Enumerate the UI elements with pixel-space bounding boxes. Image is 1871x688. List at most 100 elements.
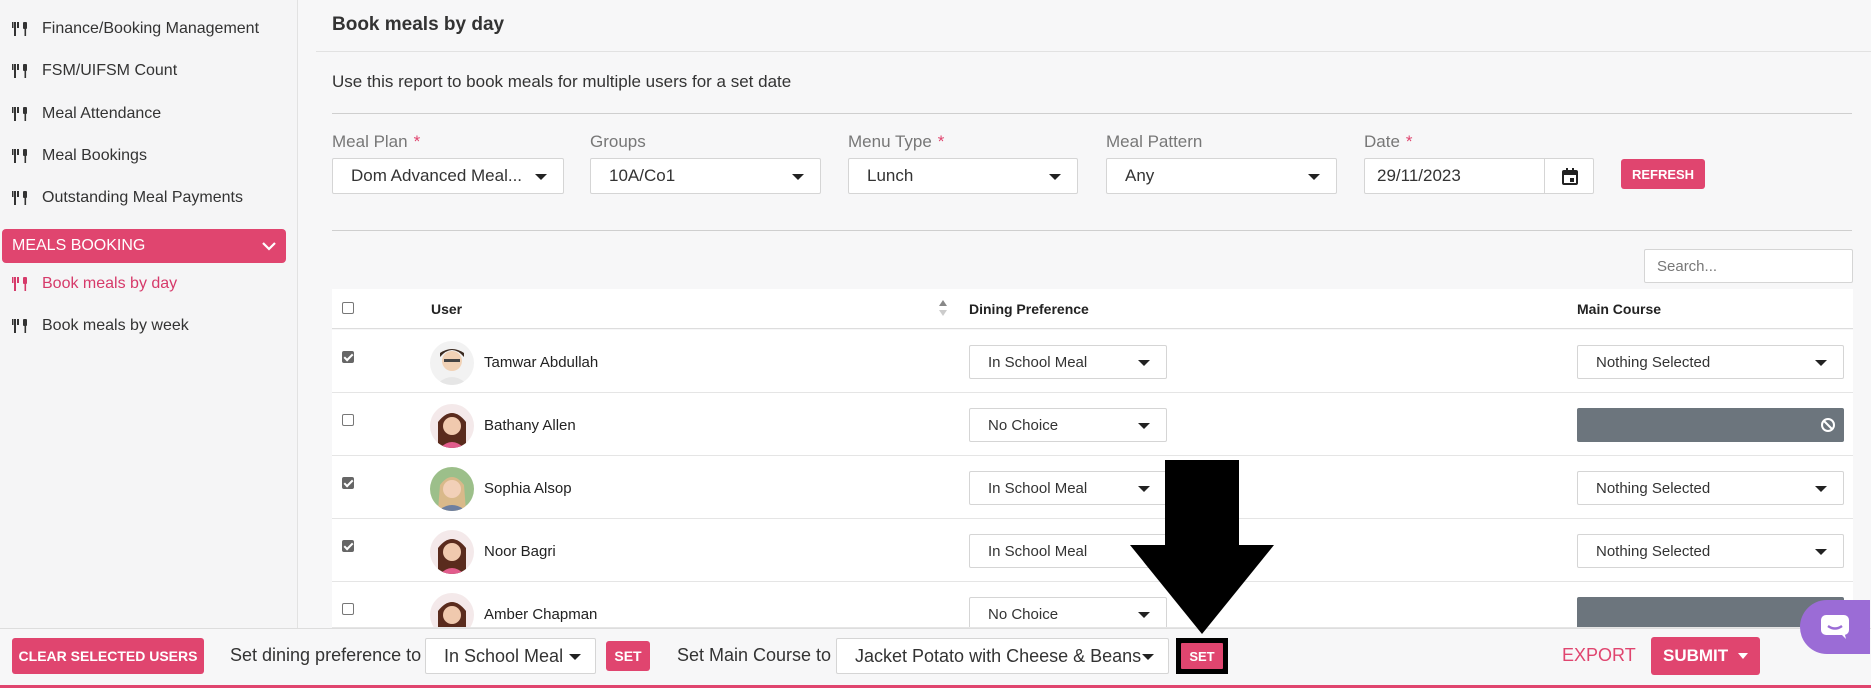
row-checkbox[interactable]: [342, 414, 354, 426]
caret-down-icon: [792, 174, 804, 180]
fork-knife-icon: [12, 191, 27, 205]
user-name[interactable]: Tamwar Abdullah: [484, 354, 598, 371]
set-main-course-button[interactable]: SET: [1181, 643, 1223, 669]
table-row: Amber Chapman No Choice: [332, 582, 1853, 628]
sidebar-item-meal-attendance[interactable]: Meal Attendance: [0, 96, 290, 132]
fork-knife-icon: [12, 64, 27, 78]
bulk-dining-value: In School Meal: [444, 645, 564, 666]
ban-icon: [1821, 418, 1835, 432]
dining-preference-select[interactable]: In School Meal: [969, 345, 1167, 379]
main-course-select[interactable]: Nothing Selected: [1577, 471, 1844, 505]
page-title: Book meals by day: [316, 0, 1871, 52]
table-row: Tamwar Abdullah In School Meal Nothing S…: [332, 330, 1853, 393]
row-checkbox[interactable]: [342, 603, 354, 615]
caret-down-icon: [1815, 360, 1827, 366]
main-course-select[interactable]: Nothing Selected: [1577, 534, 1844, 568]
avatar: [430, 530, 474, 574]
annotation-arrow-icon: [1130, 460, 1274, 634]
user-name[interactable]: Amber Chapman: [484, 606, 597, 623]
row-checkbox[interactable]: [342, 351, 354, 363]
user-name[interactable]: Noor Bagri: [484, 543, 556, 560]
column-dining-preference[interactable]: Dining Preference: [969, 301, 1089, 317]
sidebar: Finance/Booking Management FSM/UIFSM Cou…: [0, 0, 298, 688]
chat-widget-button[interactable]: [1800, 600, 1870, 654]
divider: [332, 230, 1852, 231]
caret-down-icon: [569, 654, 581, 660]
search-input[interactable]: Search...: [1644, 249, 1853, 283]
bulk-dining-preference-select[interactable]: In School Meal: [425, 638, 596, 674]
caret-down-icon: [1815, 549, 1827, 555]
dining-preference-value: No Choice: [988, 605, 1059, 623]
main-course-value: Nothing Selected: [1596, 542, 1711, 560]
chat-icon: [1821, 615, 1849, 639]
submit-button[interactable]: SUBMIT: [1651, 637, 1760, 675]
column-main-course[interactable]: Main Course: [1577, 301, 1661, 317]
caret-down-icon: [1049, 174, 1061, 180]
user-name[interactable]: Bathany Allen: [484, 417, 576, 434]
meal-pattern-value: Any: [1125, 166, 1155, 185]
sidebar-item-label: Meal Attendance: [42, 105, 162, 122]
meal-plan-select[interactable]: Dom Advanced Meal...: [332, 158, 564, 194]
meal-pattern-select[interactable]: Any: [1106, 158, 1337, 194]
sidebar-section-meals-booking[interactable]: MEALS BOOKING: [2, 229, 286, 263]
row-checkbox[interactable]: [342, 477, 354, 489]
sidebar-item-outstanding-payments[interactable]: Outstanding Meal Payments: [0, 180, 290, 216]
sidebar-item-finance-booking[interactable]: Finance/Booking Management: [0, 11, 290, 47]
divider: [332, 113, 1852, 114]
dining-preference-value: In School Meal: [988, 353, 1088, 371]
caret-down-icon: [1142, 654, 1154, 660]
refresh-button[interactable]: REFRESH: [1621, 159, 1705, 189]
calendar-button[interactable]: [1544, 158, 1594, 194]
column-user[interactable]: User: [431, 301, 462, 317]
fork-knife-icon: [12, 277, 27, 291]
sort-icon[interactable]: [938, 299, 948, 317]
fork-knife-icon: [12, 319, 27, 333]
table-row: Bathany Allen No Choice: [332, 393, 1853, 456]
dining-preference-select[interactable]: No Choice: [969, 408, 1167, 442]
groups-label: Groups: [590, 132, 646, 151]
export-button[interactable]: EXPORT: [1562, 645, 1636, 666]
set-dining-button[interactable]: SET: [606, 641, 650, 671]
avatar: [430, 341, 474, 385]
date-label: Date *: [1364, 132, 1413, 151]
groups-select[interactable]: 10A/Co1: [590, 158, 821, 194]
clear-selected-users-button[interactable]: CLEAR SELECTED USERS: [12, 638, 204, 674]
dining-preference-value: In School Meal: [988, 479, 1088, 497]
row-checkbox[interactable]: [342, 540, 354, 552]
sidebar-item-label: Outstanding Meal Payments: [42, 189, 243, 206]
menu-type-value: Lunch: [867, 166, 914, 185]
avatar: [430, 467, 474, 511]
main-course-select-disabled: [1577, 408, 1844, 442]
caret-down-icon: [1308, 174, 1320, 180]
sidebar-item-label: Finance/Booking Management: [42, 20, 260, 37]
page-description: Use this report to book meals for multip…: [332, 72, 792, 91]
fork-knife-icon: [12, 22, 27, 36]
sidebar-item-book-by-week[interactable]: Book meals by week: [0, 308, 290, 344]
sidebar-item-book-by-day[interactable]: Book meals by day: [0, 266, 290, 302]
calendar-icon: [1561, 167, 1578, 185]
select-all-checkbox[interactable]: [342, 302, 354, 314]
user-name[interactable]: Sophia Alsop: [484, 480, 572, 497]
sidebar-item-label: Meal Bookings: [42, 147, 147, 164]
main-course-select[interactable]: Nothing Selected: [1577, 345, 1844, 379]
sidebar-item-fsm-count[interactable]: FSM/UIFSM Count: [0, 53, 290, 89]
meal-pattern-label: Meal Pattern: [1106, 132, 1203, 151]
sidebar-item-meal-bookings[interactable]: Meal Bookings: [0, 138, 290, 174]
bulk-main-course-value: Jacket Potato with Cheese & Beans: [855, 645, 1142, 666]
fork-knife-icon: [12, 149, 27, 163]
sidebar-item-label: Book meals by day: [42, 275, 178, 292]
caret-down-icon: [1138, 360, 1150, 366]
caret-down-icon: [1815, 486, 1827, 492]
dining-preference-value: In School Meal: [988, 542, 1088, 560]
sidebar-item-label: FSM/UIFSM Count: [42, 62, 178, 79]
meal-plan-value: Dom Advanced Meal...: [351, 166, 523, 185]
avatar: [430, 404, 474, 448]
menu-type-select[interactable]: Lunch: [848, 158, 1078, 194]
caret-down-icon: [1138, 423, 1150, 429]
section-label: MEALS BOOKING: [12, 237, 146, 254]
avatar: [430, 593, 474, 627]
bulk-main-course-select[interactable]: Jacket Potato with Cheese & Beans: [836, 638, 1169, 674]
sidebar-item-label: Book meals by week: [42, 317, 189, 334]
set-dining-label: Set dining preference to: [230, 645, 422, 665]
submit-label: SUBMIT: [1663, 646, 1729, 665]
